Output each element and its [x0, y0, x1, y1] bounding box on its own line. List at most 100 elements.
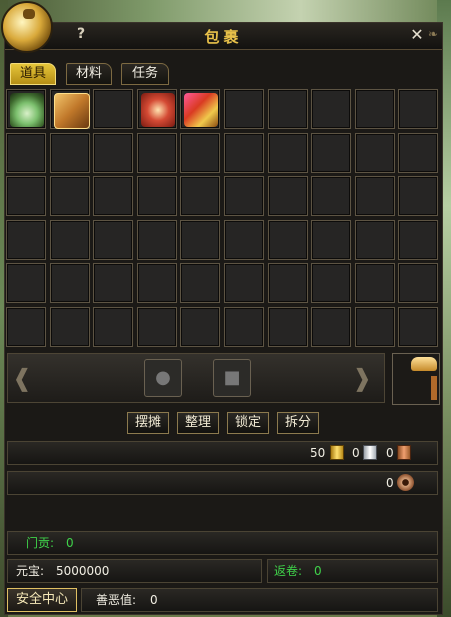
inventory-slot[interactable] — [136, 307, 177, 347]
tab-quests[interactable]: 任务 — [121, 63, 169, 85]
action-slot-bag[interactable]: ● — [144, 359, 182, 397]
inventory-slot[interactable] — [136, 263, 177, 304]
coin-amount: 0 — [386, 476, 394, 490]
action-slot-chest[interactable]: ■ — [213, 359, 251, 397]
inventory-slot[interactable] — [398, 176, 439, 217]
inventory-slot[interactable] — [180, 307, 221, 347]
return-label: 返卷: — [274, 564, 303, 578]
inventory-slot[interactable] — [224, 263, 264, 304]
inventory-slot[interactable] — [267, 132, 308, 173]
side-item-slot[interactable] — [392, 353, 440, 405]
inventory-slot[interactable] — [49, 307, 90, 347]
contribution-value: 0 — [66, 536, 74, 550]
inventory-slot[interactable] — [93, 176, 134, 217]
close-button[interactable]: ✕ — [406, 25, 428, 45]
inventory-slot[interactable] — [6, 219, 46, 260]
inventory-slot[interactable] — [224, 307, 264, 347]
inventory-slot[interactable] — [398, 263, 439, 304]
window-title: 包裹 — [204, 28, 243, 46]
inventory-slot[interactable] — [267, 89, 308, 129]
inventory-slot[interactable] — [224, 132, 264, 173]
tab-materials[interactable]: 材料 — [66, 63, 112, 85]
inventory-slot[interactable] — [6, 176, 46, 217]
gold-ingot-icon — [330, 445, 344, 460]
inventory-slot[interactable] — [354, 132, 395, 173]
inventory-slot[interactable] — [136, 176, 177, 217]
inventory-slot[interactable] — [224, 176, 264, 217]
cloth-bag-icon[interactable] — [10, 93, 44, 127]
sort-button[interactable]: 整理 — [177, 412, 219, 434]
inventory-slot[interactable] — [49, 219, 90, 260]
inventory-slot[interactable] — [93, 219, 134, 260]
yuanbao-value: 5000000 — [56, 564, 110, 578]
inventory-slot[interactable] — [6, 89, 46, 129]
inventory-slot[interactable] — [398, 132, 439, 173]
inventory-slot[interactable] — [267, 176, 308, 217]
inventory-slot[interactable] — [180, 176, 221, 217]
inventory-slot[interactable] — [311, 89, 352, 129]
inventory-slot[interactable] — [93, 263, 134, 304]
side-item-edge — [431, 376, 437, 400]
inventory-slot[interactable] — [49, 176, 90, 217]
inventory-slot[interactable] — [267, 307, 308, 347]
inventory-slot[interactable] — [93, 132, 134, 173]
tab-props[interactable]: 道具 — [10, 63, 56, 85]
copper-amount: 0 — [386, 446, 394, 460]
inventory-slot[interactable] — [6, 307, 46, 347]
inventory-slot[interactable] — [49, 132, 90, 173]
inventory-slot[interactable] — [136, 132, 177, 173]
inventory-slot[interactable] — [311, 176, 352, 217]
bag-silhouette-icon: ● — [155, 367, 171, 388]
inventory-slot[interactable] — [398, 89, 439, 129]
inventory-slot[interactable] — [267, 219, 308, 260]
split-button[interactable]: 拆分 — [277, 412, 319, 434]
inventory-slot[interactable] — [267, 263, 308, 304]
inventory-slot[interactable] — [398, 219, 439, 260]
stall-button[interactable]: 摆摊 — [127, 412, 169, 434]
inventory-slot[interactable] — [354, 176, 395, 217]
yuanbao-bar: 元宝: 5000000 — [7, 559, 262, 583]
inventory-slot[interactable] — [354, 307, 395, 347]
inventory-slot[interactable] — [180, 89, 221, 129]
inventory-slot[interactable] — [6, 132, 46, 173]
safety-center-button[interactable]: 安全中心 — [7, 588, 77, 612]
right-ornament-icon: ❱ — [352, 364, 373, 392]
jeweled-chest-icon[interactable] — [184, 93, 219, 127]
lock-button[interactable]: 锁定 — [227, 412, 269, 434]
emblem-knot — [23, 9, 35, 19]
copper-coin-icon — [397, 474, 414, 491]
currency-bar: 50 0 0 — [7, 441, 438, 465]
left-ornament-icon: ❰ — [12, 364, 33, 392]
inventory-grid — [5, 89, 444, 351]
inventory-slot[interactable] — [354, 89, 395, 129]
inventory-slot[interactable] — [311, 307, 352, 347]
inventory-slot[interactable] — [354, 263, 395, 304]
inventory-slot[interactable] — [311, 219, 352, 260]
inventory-slot[interactable] — [311, 132, 352, 173]
inventory-slot[interactable] — [311, 263, 352, 304]
inventory-slot[interactable] — [93, 89, 134, 129]
karma-label: 善恶值: — [96, 593, 137, 607]
inventory-slot[interactable] — [136, 89, 177, 129]
inventory-slot[interactable] — [49, 89, 90, 129]
inventory-slot[interactable] — [6, 263, 46, 304]
inventory-slot[interactable] — [93, 307, 134, 347]
inventory-slot[interactable] — [180, 263, 221, 304]
inventory-slot[interactable] — [224, 219, 264, 260]
inventory-slot[interactable] — [180, 219, 221, 260]
inventory-slot[interactable] — [49, 263, 90, 304]
coin-bar: 0 — [7, 471, 438, 495]
treasure-chest-icon[interactable] — [53, 93, 90, 129]
inventory-slot[interactable] — [354, 219, 395, 260]
inventory-slot[interactable] — [224, 89, 264, 129]
chest-silhouette-icon: ■ — [223, 367, 241, 388]
title-bar[interactable]: ? 包裹 ✕ ❧ — [5, 23, 442, 50]
gift-box-icon[interactable] — [140, 93, 175, 127]
contribution-bar: 门贡: 0 — [7, 531, 438, 555]
contribution-label: 门贡: — [26, 536, 55, 550]
return-value: 0 — [314, 564, 322, 578]
inventory-slot[interactable] — [398, 307, 439, 347]
inventory-slot[interactable] — [180, 132, 221, 173]
inventory-slot[interactable] — [136, 219, 177, 260]
silver-ingot-icon — [363, 445, 377, 460]
